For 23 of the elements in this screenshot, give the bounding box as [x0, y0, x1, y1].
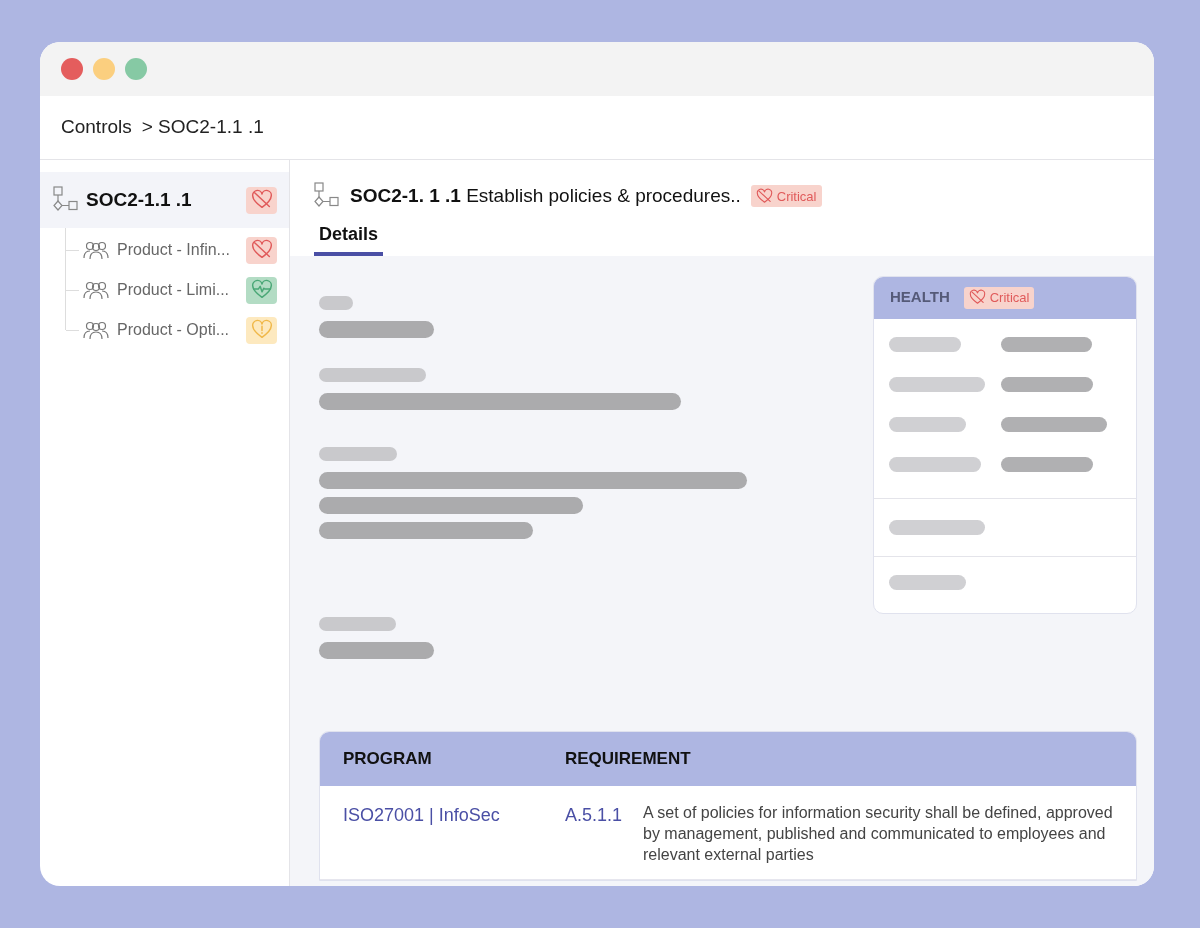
group-icon: [83, 320, 109, 340]
breadcrumb-item: > SOC2-1.1 .1: [141, 115, 264, 140]
group-icon: [83, 280, 109, 300]
minimize-button[interactable]: [93, 58, 115, 80]
health-heading: HEALTH: [890, 287, 950, 308]
tree-item[interactable]: Product - Infin...: [40, 230, 289, 270]
column-header: REQUIREMENT: [565, 747, 692, 770]
placeholder-bar: [889, 336, 961, 352]
program-link[interactable]: ISO27001 | InfoSec: [343, 801, 565, 829]
status-badge: Critical: [750, 185, 822, 208]
status-badge: Critical: [963, 286, 1035, 309]
maximize-button[interactable]: [125, 58, 147, 80]
tree-item[interactable]: Product - Limi...: [40, 270, 289, 310]
column-header: PROGRAM: [343, 747, 433, 770]
requirement-text: A set of policies for information security shall be defined, approved by management, published and communicated to employees and relevant external parties: [643, 802, 1113, 865]
group-icon: [83, 240, 109, 260]
close-button[interactable]: [61, 58, 83, 80]
tree-item[interactable]: SOC2-1.1 .1: [40, 172, 289, 228]
breadcrumb-item[interactable]: Controls: [61, 113, 132, 142]
control-title: SOC2-1. 1 .1 Establish policies & procedures..: [350, 184, 741, 208]
placeholder-bar: [319, 295, 353, 310]
requirement-link[interactable]: A.5.1.1: [565, 801, 643, 829]
tree-item[interactable]: Product - Opti...: [40, 310, 289, 350]
